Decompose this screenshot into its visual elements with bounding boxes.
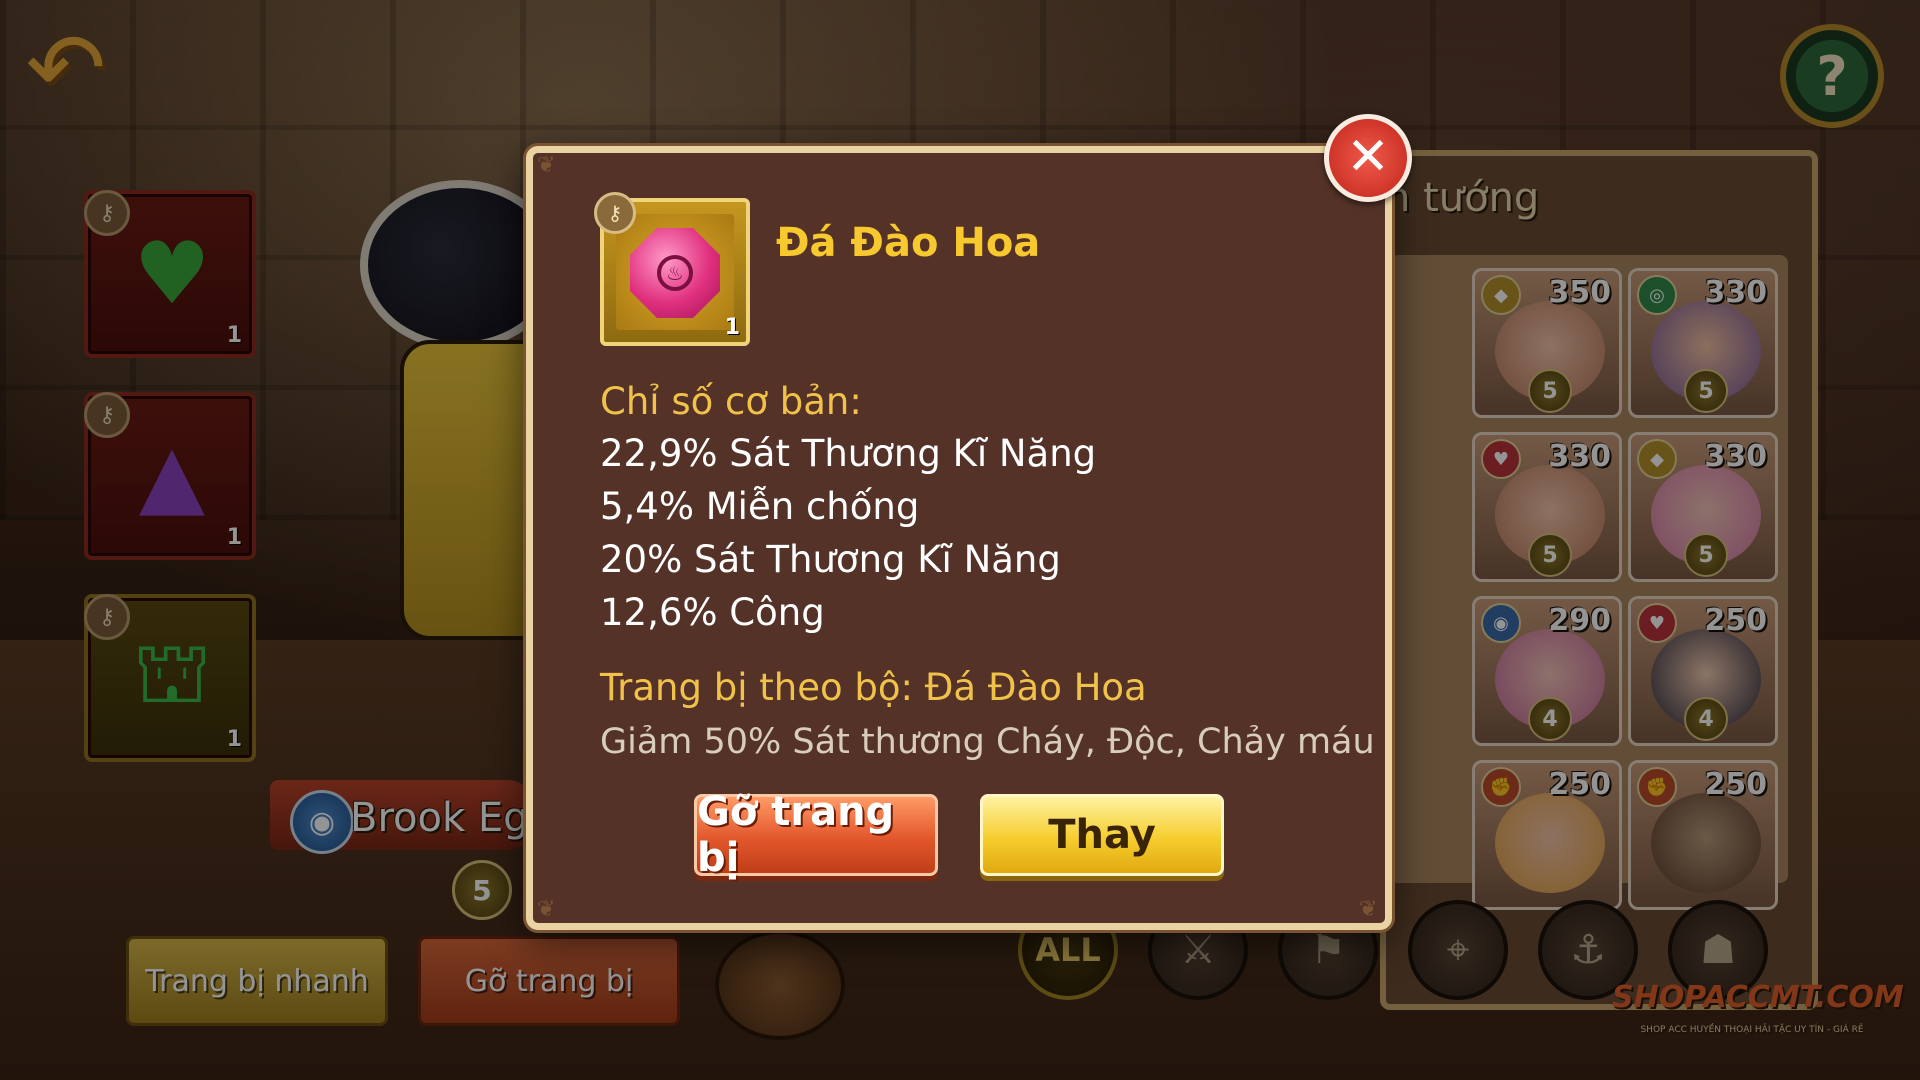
corner-ornament: ❦	[537, 897, 556, 922]
stat-line: 5,4% Miễn chống	[600, 485, 920, 528]
base-stats-title: Chỉ số cơ bản:	[600, 380, 862, 423]
unequip-button[interactable]: Gỡ trang bị	[694, 789, 938, 881]
corner-ornament: ❦	[1359, 897, 1378, 922]
close-icon[interactable]: ✕	[1324, 114, 1412, 202]
set-bonus-description: Giảm 50% Sát thương Cháy, Độc, Chảy máu	[600, 722, 1375, 762]
stat-line: 20% Sát Thương Kĩ Năng	[600, 538, 1061, 581]
lock-icon: ⚷	[594, 192, 636, 234]
set-bonus-title: Trang bị theo bộ: Đá Đào Hoa	[600, 666, 1147, 709]
item-icon-background: ♨	[616, 214, 734, 330]
stat-line: 12,6% Công	[600, 591, 825, 634]
flame-icon: ♨	[657, 255, 693, 291]
corner-ornament: ❦	[537, 153, 556, 178]
stat-line: 22,9% Sát Thương Kĩ Năng	[600, 432, 1097, 475]
pink-gem-icon: ♨	[630, 228, 720, 318]
item-name: Đá Đào Hoa	[776, 220, 1041, 266]
replace-button[interactable]: Thay	[980, 794, 1224, 876]
item-quantity: 1	[724, 315, 740, 340]
item-icon-frame: ♨ ⚷ 1	[594, 192, 750, 346]
